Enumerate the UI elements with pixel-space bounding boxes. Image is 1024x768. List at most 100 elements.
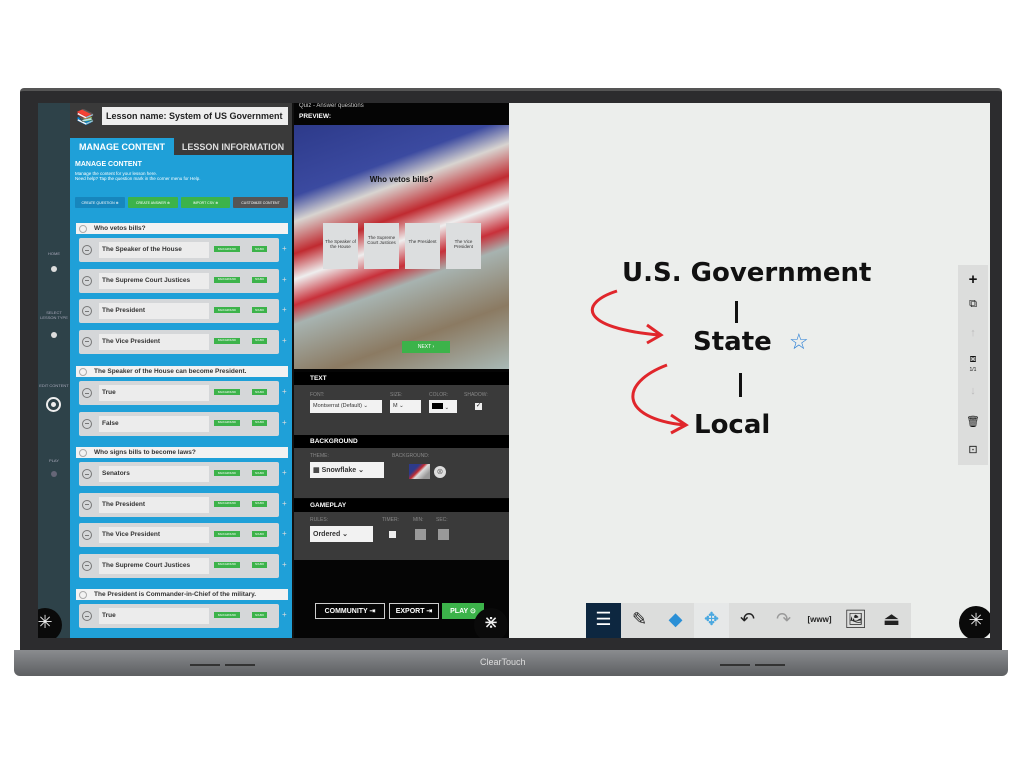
answer-sound-button[interactable]: SOUND [252,276,267,283]
add-icon[interactable]: + [282,468,287,477]
answer-background-button[interactable]: BACKGROUND [214,612,240,618]
answer-text-field[interactable]: True [99,608,209,624]
question-row[interactable]: Who signs bills to become laws? [76,447,288,458]
create-answer-button[interactable]: CREATE ANSWER ⊕ [128,197,178,208]
add-icon[interactable]: + [282,499,287,508]
answer-text-field[interactable]: The Vice President [99,527,209,543]
add-icon[interactable]: + [282,275,287,284]
trash-icon[interactable]: 🗑 [958,415,988,428]
min-input[interactable] [415,529,426,540]
answer-background-button[interactable]: BACKGROUND [214,307,240,313]
corner-menu-icon[interactable]: ✳ [959,606,990,638]
nav-play[interactable]: PLAY [38,458,70,463]
nav-home[interactable]: HOME [38,251,70,256]
duplicate-page-icon[interactable]: ⧉ [958,298,988,311]
remove-background-icon[interactable]: ⊗ [434,466,446,478]
answer-text-field[interactable]: Senators [99,466,209,482]
answer-row[interactable]: The Speaker of the House BACKGROUND SOUND + [79,238,287,262]
eraser-icon[interactable]: ◆ [658,603,693,638]
question-row[interactable]: Who vetos bills? [76,223,288,234]
page-down-icon[interactable]: ↓ [958,385,988,397]
add-icon[interactable]: + [282,418,287,427]
answer-text-field[interactable]: The Supreme Court Justices [99,272,209,289]
add-icon[interactable]: + [282,305,287,314]
answer-sound-button[interactable]: SOUND [252,419,267,426]
web-browser-icon[interactable]: [www] [802,603,837,638]
answer-sound-button[interactable]: SOUND [252,389,267,395]
tab-lesson-information[interactable]: LESSON INFORMATION [174,138,292,155]
page-up-icon[interactable]: ↑ [958,327,988,339]
size-select[interactable]: M ⌄ [390,400,421,413]
upload-icon[interactable]: ⏏ [874,603,909,638]
whiteboard-canvas[interactable]: U.S. Government State ☆ Local ✳ [509,103,990,638]
answer-text-field[interactable]: The Supreme Court Justices [99,557,209,574]
expand-icon[interactable] [79,224,87,233]
add-icon[interactable]: + [282,387,287,396]
remove-answer-icon[interactable] [82,530,92,540]
answer-row[interactable]: The Vice President BACKGROUND SOUND + [79,523,287,547]
answer-text-field[interactable]: The Vice President [99,333,209,350]
nav-edit-content[interactable]: EDIT CONTENT [38,383,70,388]
customize-content-button[interactable]: CUSTOMIZE CONTENT [233,197,288,208]
remove-answer-icon[interactable] [82,499,92,510]
answer-background-button[interactable]: BACKGROUND [214,500,240,507]
answer-row[interactable]: True BACKGROUND SOUND + [79,604,287,628]
remove-answer-icon[interactable] [82,336,92,347]
answer-background-button[interactable]: BACKGROUND [214,561,240,568]
expand-icon[interactable] [79,367,87,376]
rules-select[interactable]: Ordered ⌄ [310,526,373,542]
remove-answer-icon[interactable] [82,388,92,398]
answer-row[interactable]: Senators BACKGROUND SOUND + [79,462,287,486]
nav-select-dot[interactable] [51,332,57,338]
expand-icon[interactable] [79,590,87,599]
shadow-checkbox[interactable]: ✓ [475,403,482,410]
preview-card[interactable]: The President [405,223,440,269]
expand-icon[interactable] [79,448,87,457]
lesson-name-field[interactable]: Lesson name: System of US Government [102,107,288,125]
remove-answer-icon[interactable] [82,245,92,255]
remove-answer-icon[interactable] [82,469,92,479]
preview-card[interactable]: The Supreme Court Justices [364,223,399,269]
corner-menu-icon[interactable]: ✳ [38,608,62,638]
answer-background-button[interactable]: BACKGROUND [214,531,240,537]
answer-row[interactable]: The Supreme Court Justices BACKGROUND SOUN… [79,553,287,578]
remove-answer-icon[interactable] [82,306,92,316]
tab-manage-content[interactable]: MANAGE CONTENT [70,138,174,155]
export-button[interactable]: EXPORT ⇥ [389,603,439,619]
answer-text-field[interactable]: The Speaker of the House [99,242,209,258]
menu-icon[interactable]: ☰ [586,603,621,638]
pages-icon[interactable]: ⧈ [958,353,988,366]
color-select[interactable]: ⌄ [429,400,457,413]
nav-play-dot[interactable] [51,471,57,477]
nav-edit-active-icon[interactable] [46,397,61,412]
question-row[interactable]: The President is Commander-in-Chief of t… [76,589,288,600]
move-icon[interactable]: ✥ [694,603,729,638]
answer-text-field[interactable]: True [99,385,209,401]
add-icon[interactable]: + [282,560,287,569]
answer-background-button[interactable]: BACKGROUND [214,246,240,252]
answer-row[interactable]: False BACKGROUND SOUND + [79,411,287,436]
create-question-button[interactable]: CREATE QUESTION ⊕ [75,197,125,208]
answer-text-field[interactable]: The President [99,303,209,319]
answer-background-button[interactable]: BACKGROUND [214,276,240,283]
zoom-page-icon[interactable]: ⊡ [958,443,988,456]
answer-sound-button[interactable]: SOUND [252,246,267,252]
answer-sound-button[interactable]: SOUND [252,337,267,344]
redo-icon[interactable]: ↷ [766,603,801,638]
answer-sound-button[interactable]: SOUND [252,612,267,618]
add-icon[interactable]: + [282,610,287,619]
remove-answer-icon[interactable] [82,275,92,286]
corner-menu-icon[interactable]: ⋇ [474,608,508,638]
answer-sound-button[interactable]: SOUND [252,561,267,568]
answer-background-button[interactable]: BACKGROUND [214,389,240,395]
add-icon[interactable]: + [282,336,287,345]
community-button[interactable]: COMMUNITY ⇥ [315,603,385,619]
answer-sound-button[interactable]: SOUND [252,470,267,476]
answer-sound-button[interactable]: SOUND [252,500,267,507]
answer-row[interactable]: The President BACKGROUND SOUND + [79,492,287,517]
answer-sound-button[interactable]: SOUND [252,307,267,313]
answer-text-field[interactable]: False [99,415,209,432]
remove-answer-icon[interactable] [82,418,92,429]
nav-select-lesson-type[interactable]: SELECT LESSON TYPE [38,310,70,320]
add-icon[interactable]: + [282,244,287,253]
